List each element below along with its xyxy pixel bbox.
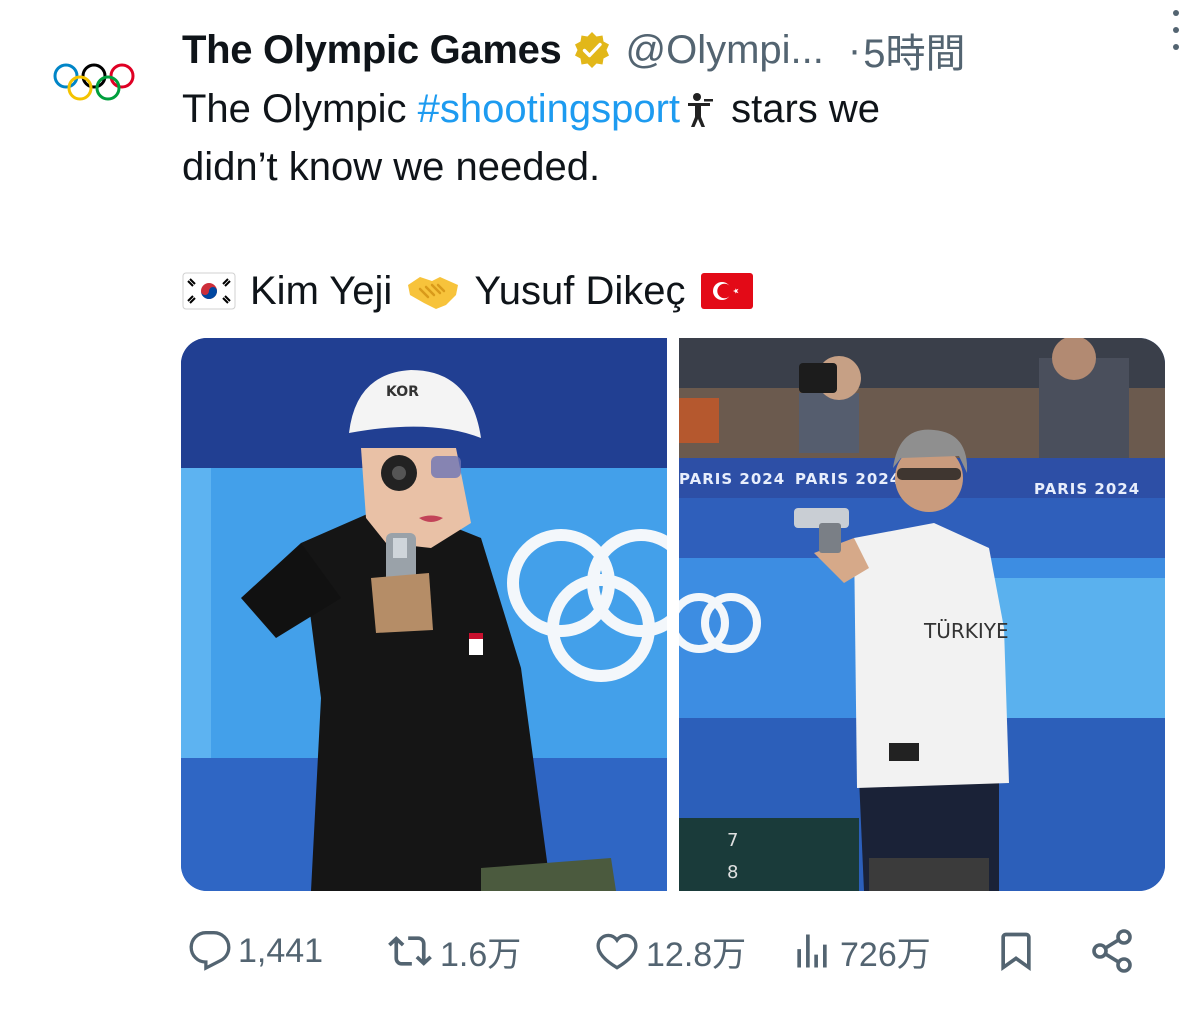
gold-verified-badge-icon[interactable] [572,30,612,70]
banner-text-3: PARIS 2024 [1034,480,1140,498]
more-dot [1173,27,1179,33]
tweet-header: The Olympic Games @Olympi... · 5時間 [182,22,1172,78]
bookmark-icon [1001,932,1031,972]
views-count: 726万 [840,935,931,974]
banner-text-2: PARIS 2024 [795,470,901,488]
text-line-2: didn’t know we needed. [182,145,601,189]
handle[interactable]: @Olympi... [626,28,824,73]
share-button[interactable] [1088,922,1136,980]
photo-yusuf-dikec[interactable]: PARIS 2024 PARIS 2024 PARIS 2024 7 8 TÜR… [679,338,1165,891]
more-options-icon[interactable] [1170,10,1182,50]
views-button[interactable]: 726万 [790,922,931,980]
display-name[interactable]: The Olympic Games [182,28,562,73]
athlete-1-name: Kim Yeji [250,268,393,313]
like-count: 12.8万 [646,935,747,974]
cap-text: KOR [386,384,419,400]
banner-text-1: PARIS 2024 [679,470,785,488]
tweet-text-line-1: The Olympic #shootingsport stars we [182,80,1172,138]
more-dot [1173,44,1179,50]
hashtag-link[interactable]: #shootingsport [418,80,680,138]
avatar[interactable] [48,58,140,106]
tweet: The Olympic Games @Olympi... · 5時間 The O… [0,0,1200,1013]
tweet-text-line-2: didn’t know we needed. [182,138,1172,196]
south-korea-flag [182,272,236,310]
views-chart-icon [797,934,827,968]
target-number-7: 7 [727,830,738,851]
like-button[interactable]: 12.8万 [594,922,746,980]
shooter-emoji [688,93,714,127]
separator-dot: · [847,27,862,72]
shirt-text: TÜRKIYE [923,619,1009,643]
more-dot [1173,10,1179,16]
target-number-8: 8 [727,862,738,883]
photo-kim-yeji[interactable]: KOR [181,338,667,891]
olympic-rings-icon [53,63,135,101]
tweet-text: The Olympic #shootingsport stars we didn… [182,80,1172,196]
handshake-emoji [408,277,459,309]
bookmark-button[interactable] [994,922,1038,980]
share-icon [1092,929,1132,973]
reply-button[interactable]: 1,441 [188,922,323,980]
text-suffix: stars we [720,87,881,131]
media-grid: KOR PARIS 2024 PARIS 2024 PARIS 2024 7 8… [181,338,1165,891]
repost-icon [388,936,432,966]
repost-count: 1.6万 [440,935,522,974]
athlete-2-name: Yusuf Dikeç [474,268,686,313]
athletes-line: Kim Yeji Yusuf Dikeç [182,262,754,320]
tweet-actions: 1,441 1.6万 12.8万 726万 [182,922,1152,980]
text-prefix: The Olympic [182,87,418,131]
heart-icon [596,933,638,970]
repost-button[interactable]: 1.6万 [386,922,521,980]
reply-count: 1,441 [238,931,324,970]
turkey-flag [700,273,753,309]
timestamp[interactable]: 5時間 [863,21,965,79]
reply-icon [189,931,231,971]
